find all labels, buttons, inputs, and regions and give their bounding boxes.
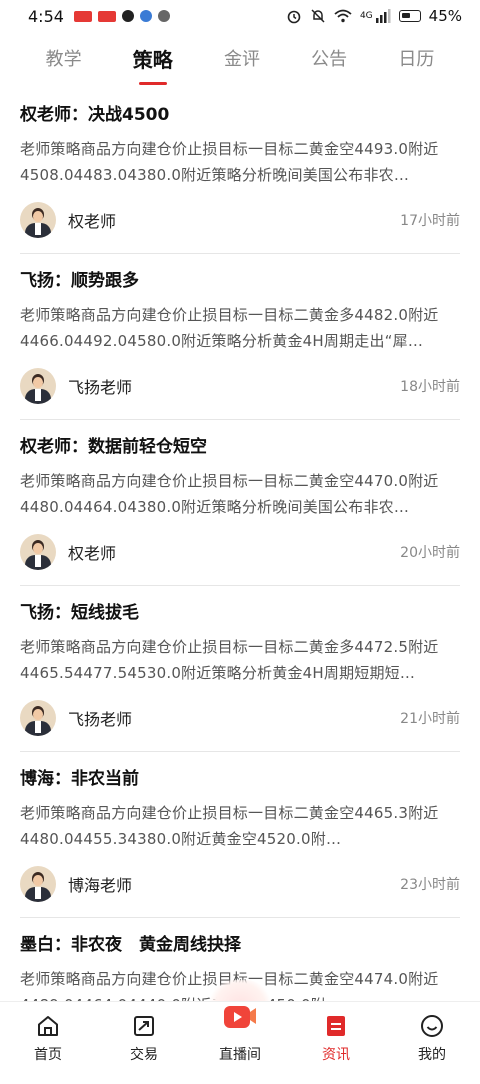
list-item[interactable]: 博海：非农当前 老师策略商品方向建仓价止损目标一目标二黄金空4465.3附近44… <box>0 752 480 918</box>
mute-icon <box>311 9 325 23</box>
article-summary: 老师策略商品方向建仓价止损目标一目标二黄金多4482.0附近4466.04492… <box>20 306 439 350</box>
app-notification-icon <box>73 10 92 22</box>
tab-strategy[interactable]: 策略 <box>129 38 177 79</box>
list-item[interactable]: 权老师：数据前轻仓短空 老师策略商品方向建仓价止损目标一目标二黄金空4470.0… <box>0 420 480 586</box>
article-summary: 老师策略商品方向建仓价止损目标一目标二黄金空4470.0附近4480.04464… <box>20 472 439 516</box>
nav-profile-label: 我的 <box>418 1047 446 1063</box>
avatar <box>20 202 56 238</box>
publish-time: 20小时前 <box>400 545 460 561</box>
home-icon <box>38 1016 58 1036</box>
strategy-list: 权老师：决战4500 老师策略商品方向建仓价止损目标一目标二黄金空4493.0附… <box>0 88 480 1084</box>
article-summary: 老师策略商品方向建仓价止损目标一目标二黄金空4493.0附近4508.04483… <box>20 140 439 184</box>
author-name: 飞扬老师 <box>68 710 133 729</box>
alarm-icon <box>287 10 301 24</box>
trade-icon <box>134 1016 154 1036</box>
tab-announcement[interactable]: 公告 <box>307 39 351 77</box>
category-tabs: 教学 策略 金评 公告 日历 <box>0 36 480 80</box>
article-title: 飞扬：顺势跟多 <box>20 271 139 291</box>
live-room-icon[interactable] <box>222 1002 258 1030</box>
wechat-icon <box>157 10 170 22</box>
avatar <box>20 700 56 736</box>
list-item[interactable]: 权老师：决战4500 老师策略商品方向建仓价止损目标一目标二黄金空4493.0附… <box>0 88 480 254</box>
nav-news[interactable]: 资讯 <box>288 1002 384 1064</box>
status-bar: 4:54 4G 45% <box>0 0 480 32</box>
nav-profile[interactable]: 我的 <box>384 1002 480 1064</box>
nav-home-label: 首页 <box>34 1047 62 1063</box>
nav-trade[interactable]: 交易 <box>96 1002 192 1064</box>
publish-time: 17小时前 <box>400 213 460 229</box>
list-item[interactable]: 飞扬：短线拔毛 老师策略商品方向建仓价止损目标一目标二黄金多4472.5附近44… <box>0 586 480 752</box>
article-title: 权老师：决战4500 <box>20 105 170 125</box>
author-name: 权老师 <box>68 212 117 231</box>
list-item[interactable]: 飞扬：顺势跟多 老师策略商品方向建仓价止损目标一目标二黄金多4482.0附近44… <box>0 254 480 420</box>
app-notification-icon <box>97 10 116 22</box>
nav-trade-label: 交易 <box>130 1047 158 1063</box>
publish-time: 23小时前 <box>400 877 460 893</box>
article-title: 飞扬：短线拔毛 <box>20 603 139 623</box>
tab-gold-review[interactable]: 金评 <box>220 39 264 77</box>
nav-home[interactable]: 首页 <box>0 1002 96 1064</box>
author-name: 博海老师 <box>68 876 133 895</box>
article-title: 博海：非农当前 <box>20 769 139 789</box>
status-time: 4:54 <box>28 6 64 26</box>
profile-icon <box>421 1015 443 1037</box>
publish-time: 18小时前 <box>400 379 460 395</box>
tab-calendar[interactable]: 日历 <box>394 39 438 77</box>
browser-icon <box>139 10 152 22</box>
avatar <box>20 534 56 570</box>
avatar <box>20 368 56 404</box>
tab-teaching[interactable]: 教学 <box>42 39 86 77</box>
article-title: 墨白：非农夜 黄金周线抉择 <box>20 935 241 955</box>
author-name: 飞扬老师 <box>68 378 133 397</box>
article-summary: 老师策略商品方向建仓价止损目标一目标二黄金空4465.3附近4480.04455… <box>20 804 439 848</box>
article-title: 权老师：数据前轻仓短空 <box>20 437 207 457</box>
signal-icon <box>375 9 391 23</box>
publish-time: 21小时前 <box>400 711 460 727</box>
battery-icon <box>398 10 421 22</box>
network-type: 4G <box>359 11 373 21</box>
nav-news-label: 资讯 <box>322 1047 350 1063</box>
author-name: 权老师 <box>68 544 117 563</box>
article-summary: 老师策略商品方向建仓价止损目标一目标二黄金多4472.5附近4465.54477… <box>20 638 439 682</box>
qq-icon <box>121 10 134 22</box>
battery-level: 45% <box>428 7 462 25</box>
news-icon <box>327 1016 345 1036</box>
avatar <box>20 866 56 902</box>
nav-live-room-label: 直播间 <box>219 1047 261 1063</box>
wifi-icon <box>334 9 352 23</box>
